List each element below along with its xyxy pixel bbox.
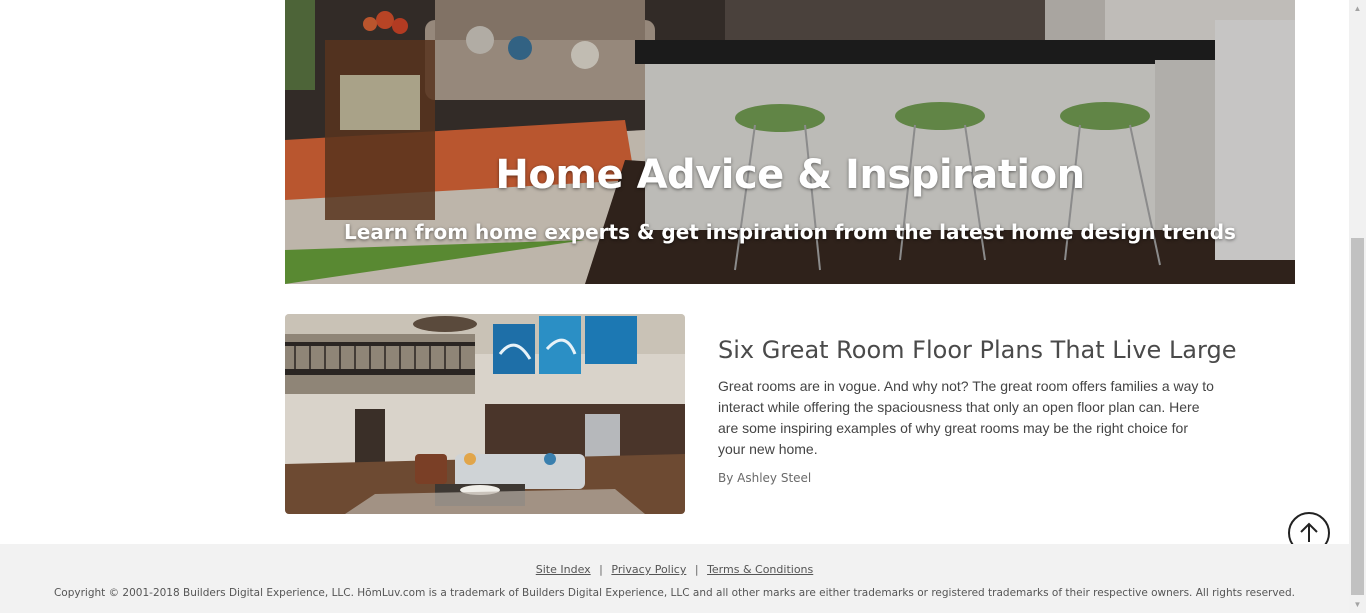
- footer-separator: |: [599, 563, 603, 576]
- hero-banner: Home Advice & Inspiration Learn from hom…: [285, 0, 1295, 284]
- arrow-up-icon: [1300, 522, 1318, 542]
- article-title[interactable]: Six Great Room Floor Plans That Live Lar…: [718, 336, 1278, 364]
- footer-links: Site Index | Privacy Policy | Terms & Co…: [0, 563, 1349, 576]
- triangle-down-icon[interactable]: ▼: [1349, 596, 1366, 613]
- footer-link-terms-conditions[interactable]: Terms & Conditions: [707, 563, 813, 576]
- page: Home Advice & Inspiration Learn from hom…: [0, 0, 1366, 613]
- footer: Site Index | Privacy Policy | Terms & Co…: [0, 544, 1349, 613]
- article-excerpt: Great rooms are in vogue. And why not? T…: [718, 378, 1214, 457]
- footer-link-site-index[interactable]: Site Index: [536, 563, 591, 576]
- scrollbar-thumb[interactable]: [1351, 238, 1364, 595]
- triangle-up-icon[interactable]: ▲: [1349, 0, 1366, 17]
- footer-link-privacy-policy[interactable]: Privacy Policy: [611, 563, 686, 576]
- article-author: By Ashley Steel: [718, 471, 812, 485]
- hero-title: Home Advice & Inspiration: [495, 152, 1085, 198]
- hero-subtitle: Learn from home experts & get inspiratio…: [344, 220, 1236, 244]
- page-scrollbar[interactable]: ▲ ▼: [1349, 0, 1366, 613]
- copyright-text: Copyright © 2001-2018 Builders Digital E…: [53, 587, 1296, 599]
- article-thumbnail[interactable]: [285, 314, 685, 514]
- footer-separator: |: [694, 563, 699, 576]
- great-room-image: [285, 314, 685, 514]
